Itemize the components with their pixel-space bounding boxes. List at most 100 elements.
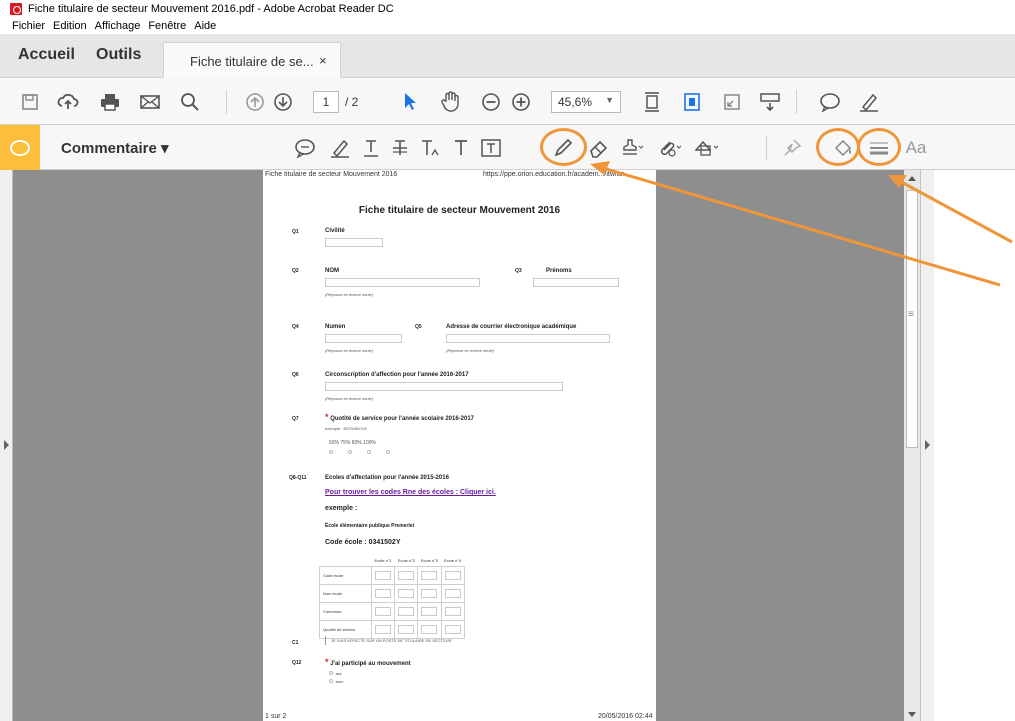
stamp-icon[interactable] [618, 135, 644, 161]
underline-text-icon[interactable] [358, 135, 384, 161]
save-icon[interactable] [18, 90, 42, 114]
radio-non[interactable]: non [329, 679, 343, 684]
menu-fichier[interactable]: Fichier [12, 20, 45, 32]
pin-icon[interactable] [779, 135, 805, 161]
scroll-up-icon[interactable] [908, 176, 916, 181]
next-page-icon[interactable] [271, 90, 295, 114]
menu-aide[interactable]: Aide [194, 20, 216, 32]
table-header: Ecole n°1 [374, 558, 392, 564]
table-cell[interactable] [394, 583, 419, 603]
table-header: Ecole n°4 [444, 558, 462, 564]
table-cell[interactable] [394, 619, 419, 639]
right-panel-toggle[interactable] [920, 170, 934, 721]
table-cell[interactable] [370, 619, 396, 639]
zoom-select[interactable]: 45,6% ▼ [551, 91, 621, 113]
zoom-value: 45,6% [558, 95, 593, 109]
eraser-icon[interactable] [586, 135, 612, 161]
menu-fenetre[interactable]: Fenêtre [148, 20, 186, 32]
menu-edition[interactable]: Edition [53, 20, 87, 32]
comment-icon[interactable] [818, 90, 842, 114]
table-cell[interactable] [417, 565, 442, 585]
radio-50[interactable] [329, 450, 333, 454]
c1-label[interactable]: JE SUIS AFFECTE SUR UN POSTE DE TITULAIR… [331, 638, 451, 643]
row-label: Code école [319, 565, 372, 585]
scroll-thumb[interactable] [906, 190, 918, 448]
radio-100[interactable] [386, 450, 390, 454]
rne-codes-link[interactable]: Pour trouver les codes Rne des écoles : … [325, 489, 496, 496]
tab-outils[interactable]: Outils [96, 46, 141, 64]
main-toolbar: 1 / 2 45,6% ▼ [0, 78, 1015, 125]
zoom-in-icon[interactable] [509, 90, 533, 114]
print-icon[interactable] [98, 90, 122, 114]
menu-bar: Fichier Edition Affichage Fenêtre Aide [0, 17, 1015, 34]
table-cell[interactable] [417, 601, 442, 621]
add-text-icon[interactable] [448, 135, 474, 161]
hand-tool-icon[interactable] [438, 90, 462, 114]
table-cell[interactable] [394, 601, 419, 621]
keyboard-scroll-icon[interactable] [758, 90, 782, 114]
table-cell[interactable] [370, 565, 396, 585]
right-pane [934, 170, 1015, 721]
strikethrough-text-icon[interactable] [387, 135, 413, 161]
table-row: Nom école [319, 583, 465, 603]
question-label: Numen [325, 324, 346, 330]
table-cell[interactable] [440, 583, 465, 603]
comment-tool-label[interactable]: Commentaire ▾ [61, 139, 169, 157]
close-tab-icon[interactable]: × [319, 53, 327, 68]
rotate-view-icon[interactable] [680, 90, 704, 114]
email-icon[interactable] [138, 90, 162, 114]
civilite-field[interactable] [325, 238, 383, 247]
example-school: École élémentaire publique Premerlet [325, 523, 415, 529]
table-cell[interactable] [394, 565, 419, 585]
menu-affichage[interactable]: Affichage [95, 20, 141, 32]
vertical-scrollbar[interactable] [904, 170, 920, 721]
font-style-icon[interactable]: Aa [903, 135, 929, 161]
search-icon[interactable] [178, 90, 202, 114]
table-cell[interactable] [370, 601, 396, 621]
page-number-input[interactable]: 1 [313, 91, 339, 113]
radio-oui[interactable]: oui [329, 671, 341, 676]
prenoms-field[interactable] [533, 278, 619, 287]
cloud-upload-icon[interactable] [56, 90, 80, 114]
scroll-down-icon[interactable] [908, 712, 916, 717]
highlight-text-icon[interactable] [327, 135, 353, 161]
highlight-pen-icon[interactable] [857, 90, 881, 114]
sticky-note-icon[interactable] [292, 135, 318, 161]
fit-page-icon[interactable] [640, 90, 664, 114]
question-label: NOM [325, 268, 339, 274]
shapes-icon[interactable] [693, 135, 719, 161]
readonly-hint: (Réponse en lecture seule) [325, 348, 374, 353]
nom-field[interactable] [325, 278, 480, 287]
radio-80[interactable] [367, 450, 371, 454]
table-header [320, 556, 372, 566]
question-number: Q5 [415, 324, 422, 330]
attach-file-icon[interactable] [656, 135, 682, 161]
numen-field[interactable] [325, 334, 402, 343]
required-star: * [325, 657, 329, 667]
select-cursor-icon[interactable] [398, 90, 422, 114]
circonscription-field[interactable] [325, 382, 563, 391]
tab-accueil[interactable]: Accueil [18, 46, 75, 64]
page-footer-left: 1 sur 2 [265, 713, 287, 720]
fullscreen-icon[interactable] [720, 90, 744, 114]
question-number: Q7 [292, 416, 299, 422]
table-cell[interactable] [417, 619, 442, 639]
email-field[interactable] [446, 334, 610, 343]
document-title: Fiche titulaire de secteur Mouvement 201… [358, 205, 561, 216]
tab-document[interactable]: Fiche titulaire de se... × [163, 42, 341, 78]
table-cell[interactable] [440, 601, 465, 621]
table-cell[interactable] [440, 619, 465, 639]
radio-label: oui [336, 671, 342, 676]
table-cell[interactable] [417, 583, 442, 603]
schools-table: Ecole n°1 Ecole n°2 Ecole n°3 Ecole n°4 … [319, 556, 465, 639]
table-cell[interactable] [440, 565, 465, 585]
radio-75[interactable] [348, 450, 352, 454]
previous-page-icon[interactable] [243, 90, 267, 114]
table-cell[interactable] [370, 583, 396, 603]
question-number: Q3 [515, 268, 522, 274]
page-header-left: Fiche titulaire de secteur Mouvement 201… [265, 171, 398, 178]
left-panel-toggle[interactable] [0, 170, 13, 721]
text-box-icon[interactable] [478, 135, 504, 161]
zoom-out-icon[interactable] [479, 90, 503, 114]
replace-text-icon[interactable] [417, 135, 443, 161]
